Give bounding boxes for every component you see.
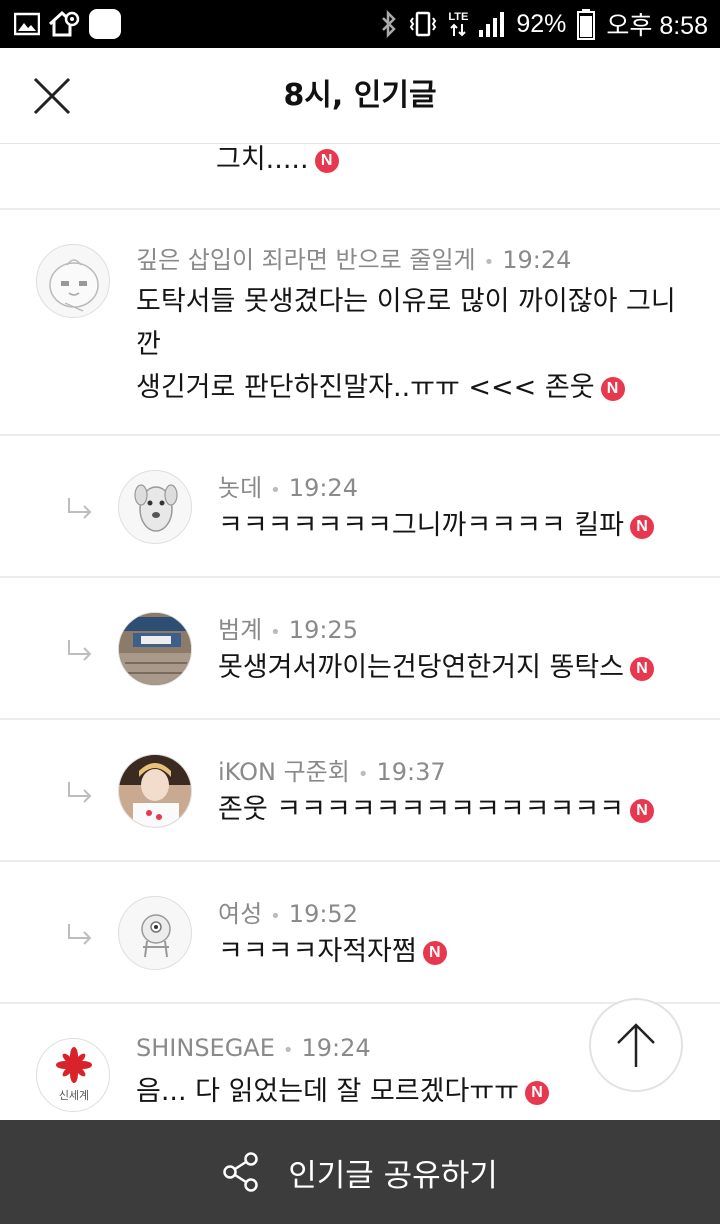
gallery-icon [14, 12, 40, 36]
comment-text: 음... 다 읽었는데 잘 모르겠다ㅠㅠ N [136, 1070, 549, 1113]
comment-meta: SHINSEGAE • 19:24 [136, 1034, 371, 1062]
comment-time: 19:37 [376, 758, 446, 786]
reply-row: 여성 • 19:52 ㅋㅋㅋㅋ자적자쩜 N [0, 862, 720, 1004]
share-bar-button[interactable]: 인기글 공유하기 [0, 1120, 720, 1224]
comment-row: 깊은 삽입이 죄라면 반으로 줄일게 • 19:24 도탁서들 못생겼다는 이유로 … [0, 210, 720, 436]
comment-body: 그치..... [216, 144, 309, 175]
vibrate-icon [410, 11, 437, 37]
alien-character-icon [141, 914, 171, 958]
home-location-icon [48, 10, 80, 37]
close-icon [33, 77, 71, 115]
arrow-up-icon [617, 1023, 655, 1067]
avatar[interactable] [118, 470, 192, 544]
comment-text: ㅋㅋㅋㅋ자적자쩜 N [218, 930, 447, 973]
dog-character-icon [134, 484, 178, 532]
comment-line-text: 생긴거로 판단하진말자..ㅠㅠ <<< 존웃 [136, 372, 595, 403]
comment-author[interactable]: 여성 [218, 900, 262, 928]
reply-arrow-icon [68, 498, 92, 519]
avatar[interactable] [118, 754, 192, 828]
network-type: LTE [448, 10, 469, 37]
comment-line: 도탁서들 못생겼다는 이유로 많이 까이잖아 그니 [136, 286, 676, 317]
apeach-character-icon [49, 259, 99, 312]
reply-arrow-icon [68, 640, 92, 661]
separator-dot: • [270, 480, 281, 501]
bluetooth-icon [382, 10, 397, 38]
comment-row: 그치..... N [0, 144, 720, 210]
lte-label: LTE [448, 10, 469, 23]
notification-icons [14, 8, 122, 40]
comment-line: 생긴거로 판단하진말자..ㅠㅠ <<< 존웃 N [136, 366, 696, 409]
separator-dot: • [357, 764, 369, 785]
comment-time: 19:52 [288, 900, 358, 928]
separator-dot: • [483, 252, 495, 273]
app-header: 8시, 인기글 [0, 48, 720, 144]
comment-meta: 범계 • 19:25 [218, 610, 358, 645]
comment-time: 19:24 [288, 474, 358, 502]
comment-meta: iKON 구준회 • 19:37 [218, 752, 446, 787]
comment-author[interactable]: iKON 구준회 [218, 758, 350, 786]
battery-icon [577, 9, 596, 40]
scroll-top-button[interactable] [589, 998, 683, 1092]
data-arrows-icon [450, 23, 467, 36]
n-badge-icon: N [630, 799, 655, 823]
shinsegae-logo-icon: 신세계 [56, 1047, 92, 1102]
avatar[interactable] [118, 896, 192, 970]
comment-body: ㅋㅋㅋㅋㅋㅋㅋ그니까ㅋㅋㅋㅋ 킬파 [218, 510, 625, 541]
n-badge-icon: N [630, 515, 655, 539]
reply-row: 놋데 • 19:24 ㅋㅋㅋㅋㅋㅋㅋ그니까ㅋㅋㅋㅋ 킬파 N [0, 436, 720, 578]
comment-text: 그치..... N [216, 138, 339, 181]
reply-arrow-icon [68, 782, 92, 803]
comment-author[interactable]: 깊은 삽입이 죄라면 반으로 줄일게 [136, 246, 476, 274]
reply-arrow-icon [68, 924, 92, 945]
n-badge-icon: N [630, 657, 655, 681]
comment-body: 존웃 ㅋㅋㅋㅋㅋㅋㅋㅋㅋㅋㅋㅋㅋㅋ [218, 794, 625, 825]
comment-time: 19:24 [301, 1034, 371, 1062]
n-badge-icon: N [600, 377, 625, 401]
share-icon [223, 1152, 258, 1192]
comment-body: 음... 다 읽었는데 잘 모르겠다ㅠㅠ [136, 1076, 519, 1107]
chat-bubble-icon [89, 9, 121, 39]
reply-row: 범계 • 19:25 못생겨서까이는건당연한거지 똥탁스 N [0, 578, 720, 720]
comment-author[interactable]: 놋데 [218, 474, 262, 502]
battery-percent: 92% [516, 9, 567, 38]
avatar[interactable]: 신세계 [36, 1038, 110, 1112]
comment-time: 19:25 [288, 616, 358, 644]
person-photo-icon [119, 755, 191, 827]
share-label: 인기글 공유하기 [288, 1157, 498, 1194]
status-bar: LTE 92% 오후 8:58 [0, 0, 720, 48]
signal-icon [479, 12, 505, 37]
n-badge-icon: N [525, 1081, 549, 1105]
comment-text: ㅋㅋㅋㅋㅋㅋㅋ그니까ㅋㅋㅋㅋ 킬파 N [218, 504, 655, 547]
comment-text: 존웃 ㅋㅋㅋㅋㅋㅋㅋㅋㅋㅋㅋㅋㅋㅋ N [218, 788, 655, 831]
comment-meta: 깊은 삽입이 죄라면 반으로 줄일게 • 19:24 [136, 240, 571, 275]
comment-meta: 여성 • 19:52 [218, 894, 358, 929]
comment-author[interactable]: 범계 [218, 616, 262, 644]
shinsegae-logo-text: 신세계 [59, 1089, 89, 1102]
close-button[interactable] [22, 70, 82, 122]
comment-text: 도탁서들 못생겼다는 이유로 많이 까이잖아 그니 깐 생긴거로 판단하진말자.… [136, 280, 696, 409]
avatar[interactable] [36, 244, 110, 318]
page-title: 8시, 인기글 [283, 78, 437, 113]
n-badge-icon: N [314, 149, 339, 173]
reply-row: iKON 구준회 • 19:37 존웃 ㅋㅋㅋㅋㅋㅋㅋㅋㅋㅋㅋㅋㅋㅋ N [0, 720, 720, 862]
avatar[interactable] [118, 612, 192, 686]
comment-text: 못생겨서까이는건당연한거지 똥탁스 N [218, 646, 655, 689]
comment-meta: 놋데 • 19:24 [218, 468, 358, 503]
comment-author[interactable]: SHINSEGAE [136, 1034, 275, 1062]
separator-dot: • [282, 1040, 294, 1061]
separator-dot: • [270, 906, 281, 927]
separator-dot: • [270, 622, 281, 643]
comment-time: 19:24 [502, 246, 572, 274]
comment-body: 못생겨서까이는건당연한거지 똥탁스 [218, 652, 625, 683]
system-icons: LTE 92% 오후 8:58 [380, 0, 708, 48]
clock: 오후 8:58 [606, 12, 708, 40]
comment-line: 깐 [136, 329, 161, 360]
n-badge-icon: N [422, 941, 447, 965]
station-photo-icon [119, 613, 191, 685]
comment-body: ㅋㅋㅋㅋ자적자쩜 [218, 936, 417, 967]
